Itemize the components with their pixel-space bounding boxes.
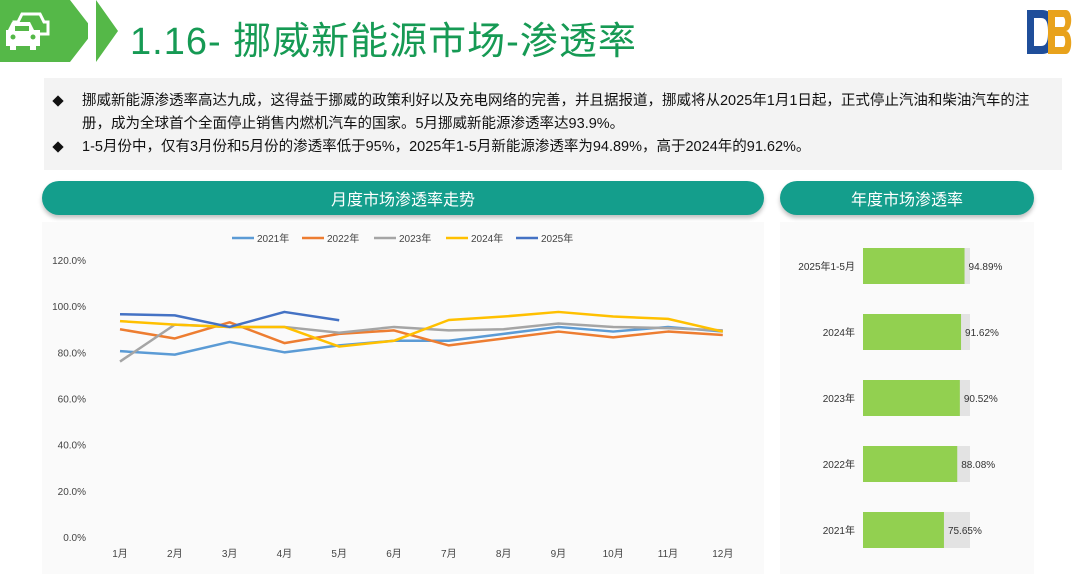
x-tick-label: 5月 bbox=[331, 548, 347, 560]
bar-category-label: 2023年 bbox=[823, 392, 855, 405]
cars-icon bbox=[6, 12, 50, 50]
legend-label: 2024年 bbox=[471, 232, 503, 245]
x-tick-label: 7月 bbox=[441, 548, 457, 560]
y-tick-label: 80.0% bbox=[58, 348, 86, 359]
header: 1.16- 挪威新能源市场-渗透率 bbox=[0, 0, 1080, 70]
x-tick-label: 11月 bbox=[658, 548, 678, 560]
bar bbox=[863, 248, 965, 284]
y-tick-label: 40.0% bbox=[58, 441, 86, 452]
bar-category-label: 2022年 bbox=[823, 458, 855, 471]
bullet-1: 挪威新能源渗透率高达九成，这得益于挪威的政策利好以及充电网络的完善，并且据报道，… bbox=[52, 90, 1049, 136]
y-tick-label: 20.0% bbox=[58, 487, 86, 498]
bar bbox=[863, 380, 960, 416]
bullet-text: 挪威新能源渗透率高达九成，这得益于挪威的政策利好以及充电网络的完善，并且据报道，… bbox=[82, 93, 1030, 132]
annual-chart-title: 年度市场渗透率 bbox=[780, 181, 1034, 215]
y-tick-label: 120.0% bbox=[52, 256, 86, 267]
page-title: 1.16- 挪威新能源市场-渗透率 bbox=[130, 21, 637, 63]
bar-value-label: 75.65% bbox=[948, 526, 982, 537]
x-tick-label: 6月 bbox=[386, 548, 402, 560]
bar-category-label: 2021年 bbox=[823, 524, 855, 537]
legend-label: 2022年 bbox=[327, 232, 359, 245]
x-tick-label: 10月 bbox=[603, 548, 624, 560]
series-line bbox=[119, 310, 340, 329]
legend-label: 2023年 bbox=[399, 232, 431, 245]
legend-label: 2025年 bbox=[541, 232, 573, 245]
bar bbox=[863, 512, 944, 548]
intro-box: 挪威新能源渗透率高达九成，这得益于挪威的政策利好以及充电网络的完善，并且据报道，… bbox=[44, 78, 1062, 170]
y-tick-label: 60.0% bbox=[58, 395, 86, 406]
legend-label: 2021年 bbox=[257, 232, 289, 245]
brand-logo bbox=[1027, 10, 1072, 54]
monthly-chart-panel: 0.0% 20.0% 40.0% 60.0% 80.0% 100.0% 120.0% 1月 2月… bbox=[42, 222, 764, 574]
monthly-chart-title: 月度市场渗透率走势 bbox=[42, 181, 764, 215]
bullet-2: 1-5月份中，仅有3月份和5月份的渗透率低于95%，2025年1-5月新能源渗透… bbox=[52, 136, 1049, 159]
bar-category-label: 2024年 bbox=[823, 326, 855, 339]
x-tick-label: 1月 bbox=[112, 548, 128, 560]
x-tick-label: 12月 bbox=[712, 548, 733, 560]
x-tick-label: 2月 bbox=[167, 548, 183, 560]
bar-value-label: 90.52% bbox=[964, 394, 998, 405]
y-tick-label: 100.0% bbox=[52, 302, 86, 313]
bar-value-label: 88.08% bbox=[961, 460, 995, 471]
bar-category-label: 2025年1-5月 bbox=[798, 260, 855, 273]
bar bbox=[863, 446, 958, 482]
x-tick-label: 3月 bbox=[222, 548, 238, 560]
monthly-line-chart: 0.0% 20.0% 40.0% 60.0% 80.0% 100.0% 120.0% 1月 2月… bbox=[52, 232, 733, 560]
annual-bar-chart: 2025年1-5月 94.89% 2024年 91.62% 2023年 90.52% 202… bbox=[798, 248, 1003, 548]
bullet-diamond-icon bbox=[52, 141, 64, 153]
bullet-diamond-icon bbox=[52, 95, 64, 107]
y-tick-label: 0.0% bbox=[63, 533, 86, 544]
bar-value-label: 91.62% bbox=[965, 328, 999, 339]
header-chevron-2 bbox=[96, 0, 118, 62]
x-tick-label: 4月 bbox=[277, 548, 293, 560]
car-icon-block bbox=[0, 0, 70, 62]
bullet-text: 1-5月份中，仅有3月份和5月份的渗透率低于95%，2025年1-5月新能源渗透… bbox=[82, 139, 811, 155]
bar-value-label: 94.89% bbox=[969, 262, 1003, 273]
annual-chart-panel: 2025年1-5月 94.89% 2024年 91.62% 2023年 90.52% 202… bbox=[780, 222, 1034, 574]
x-tick-label: 8月 bbox=[496, 548, 512, 560]
bar bbox=[863, 314, 962, 350]
x-tick-label: 9月 bbox=[551, 548, 567, 560]
